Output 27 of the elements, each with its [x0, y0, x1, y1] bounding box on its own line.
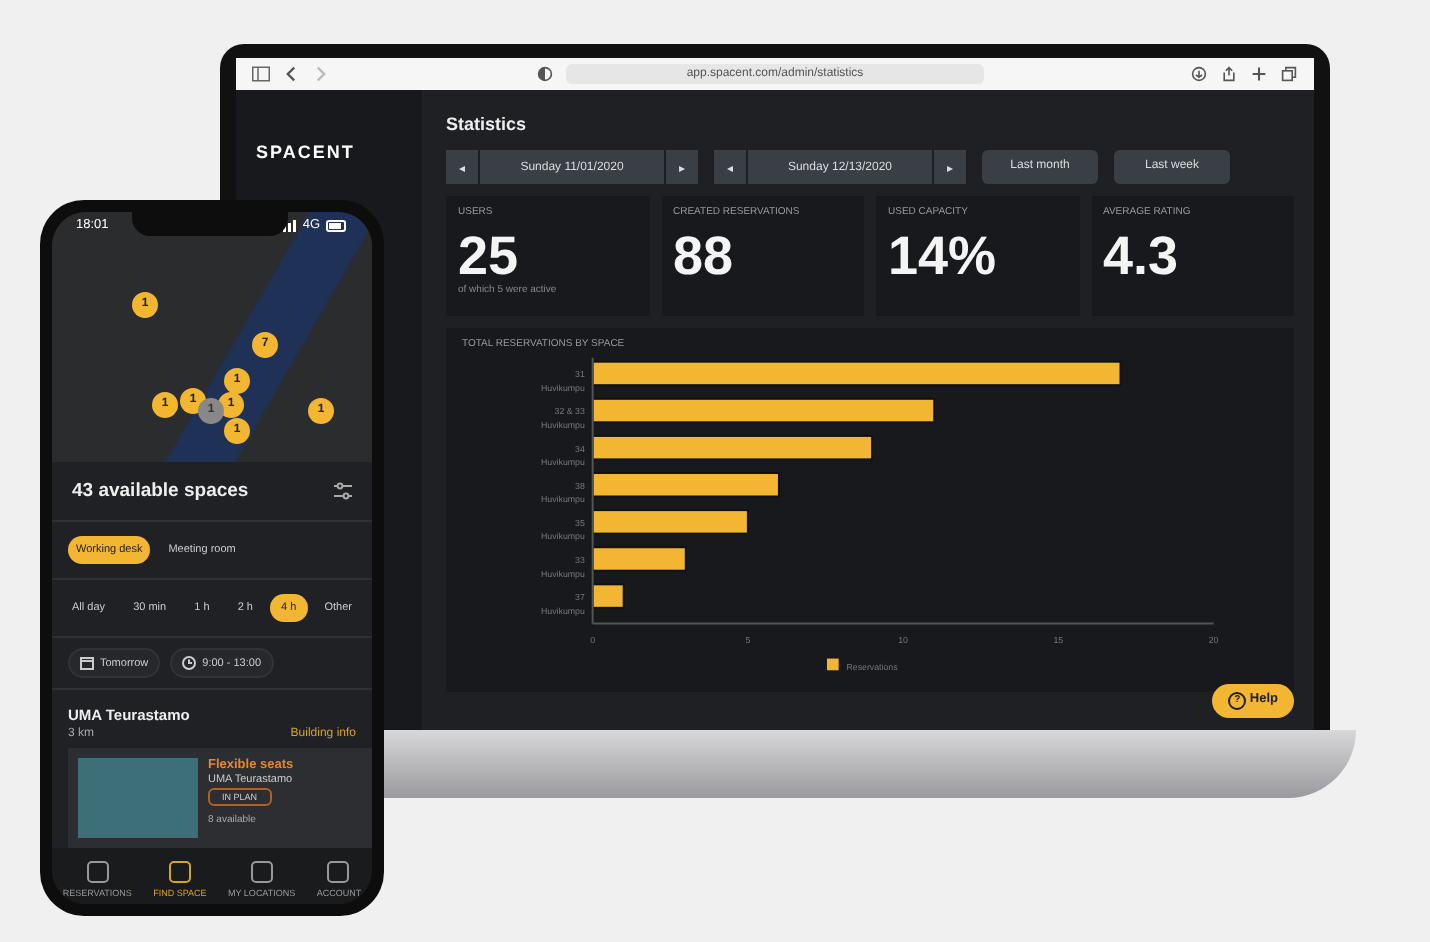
bar	[591, 583, 625, 609]
clock-icon	[182, 656, 197, 670]
shield-icon[interactable]	[536, 66, 555, 82]
tab-icon	[326, 860, 351, 884]
filter-icon[interactable]	[334, 482, 352, 500]
stat-value: 14%	[888, 230, 999, 284]
results-heading: 43 available spaces	[72, 480, 249, 502]
stat-value: 88	[673, 230, 736, 284]
plus-icon[interactable]	[1250, 66, 1268, 82]
tab-icon	[85, 860, 110, 884]
share-icon[interactable]	[1220, 66, 1238, 82]
tab-icon	[167, 860, 192, 884]
logo: SPACENT	[256, 142, 357, 162]
photo-placeholder	[78, 758, 198, 838]
calendar-icon	[80, 656, 94, 670]
battery-icon	[326, 219, 348, 231]
tabs-icon[interactable]	[1280, 66, 1298, 82]
tab-icon	[249, 860, 274, 884]
sidebar-icon[interactable]	[252, 66, 270, 82]
stat-value: 4.3	[1103, 230, 1181, 284]
stat-value: 25	[458, 230, 521, 284]
bar	[591, 546, 687, 572]
page-title: Statistics	[446, 114, 529, 134]
back-icon[interactable]	[282, 66, 300, 82]
legend-swatch	[826, 658, 839, 671]
download-icon[interactable]	[1190, 66, 1208, 82]
signal-icon	[278, 219, 297, 231]
